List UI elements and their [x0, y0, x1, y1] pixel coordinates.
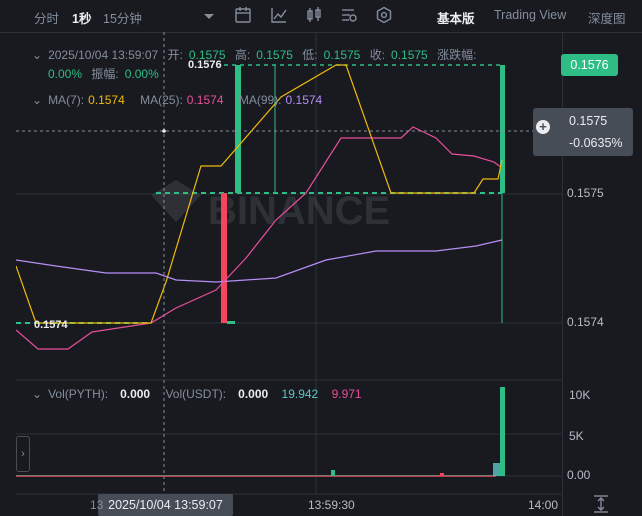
ohlc-legend-2: 0.00% 振幅: 0.00%	[48, 67, 159, 81]
interval-time-tab[interactable]: 分时	[34, 8, 59, 27]
price-axis-divider	[562, 32, 563, 516]
crosshair-price-tag: + 0.1575 -0.0635%	[533, 108, 633, 156]
ma25-line	[16, 126, 503, 350]
ohlc-legend: ⌄ 2025/10/04 13:59:07 开: 0.1575 高: 0.1575 低…	[32, 48, 477, 62]
collapse-chevron-icon[interactable]: ⌄	[32, 48, 42, 62]
volume-legend: ⌄ Vol(PYTH): 0.000 Vol(USDT): 0.000 19.942 …	[32, 387, 362, 401]
candle-down	[221, 193, 227, 323]
candle-flat	[227, 321, 235, 324]
candle-up	[235, 65, 241, 193]
ma-chevron-icon[interactable]: ⌄	[32, 93, 42, 107]
chart-settings-icon[interactable]	[340, 6, 358, 24]
volume-chevron-icon[interactable]: ⌄	[32, 387, 42, 401]
time-tick-clipped: 13	[90, 498, 104, 512]
cross-change: -0.0635%	[569, 136, 623, 150]
price-tick: 0.1575	[567, 186, 604, 200]
candlestick-icon[interactable]	[305, 6, 323, 24]
crosshair-time-tag: 2025/10/04 13:59:07	[98, 494, 233, 516]
cross-price: 0.1575	[569, 114, 608, 128]
view-basic-tab[interactable]: 基本版	[437, 8, 475, 27]
view-tradingview-tab[interactable]: Trading View	[494, 8, 566, 22]
hexagon-settings-icon[interactable]	[375, 6, 393, 24]
add-alert-icon[interactable]: +	[536, 120, 550, 134]
volume-tick: 0.00	[567, 468, 591, 482]
svg-text:BINANCE: BINANCE	[208, 189, 390, 233]
candle-last	[500, 65, 505, 193]
time-tick: 14:00	[528, 498, 559, 512]
chart-toolbar: 分时 1秒 15分钟 基本版 Trading View 深度图	[0, 0, 642, 33]
interval-1s-tab[interactable]: 1秒	[72, 8, 91, 27]
price-tick: 0.1574	[567, 315, 604, 329]
chevron-down-icon[interactable]	[200, 8, 218, 26]
indicator-chart-icon[interactable]	[270, 6, 288, 24]
fit-vertical-icon[interactable]	[591, 494, 611, 514]
volume-tick: 10K	[569, 388, 591, 402]
interval-15m-tab[interactable]: 15分钟	[103, 8, 142, 27]
time-tick: 13:59:30	[308, 498, 355, 512]
volume-tick: 5K	[569, 429, 584, 443]
interval-calendar-icon[interactable]	[234, 6, 252, 24]
last-price-tag: 0.1576	[561, 54, 618, 76]
chevron-right-icon: ›	[21, 448, 25, 460]
view-depth-tab[interactable]: 深度图	[588, 8, 626, 27]
low-mark: 0.1574	[34, 319, 69, 331]
volume-expand-handle[interactable]: ›	[16, 436, 30, 472]
binance-watermark: BINANCE	[151, 180, 390, 233]
ma-legend: ⌄ MA(7): 0.1574 MA(25): 0.1574 MA(99): 0.157…	[32, 93, 323, 107]
ma99-line	[16, 239, 503, 283]
